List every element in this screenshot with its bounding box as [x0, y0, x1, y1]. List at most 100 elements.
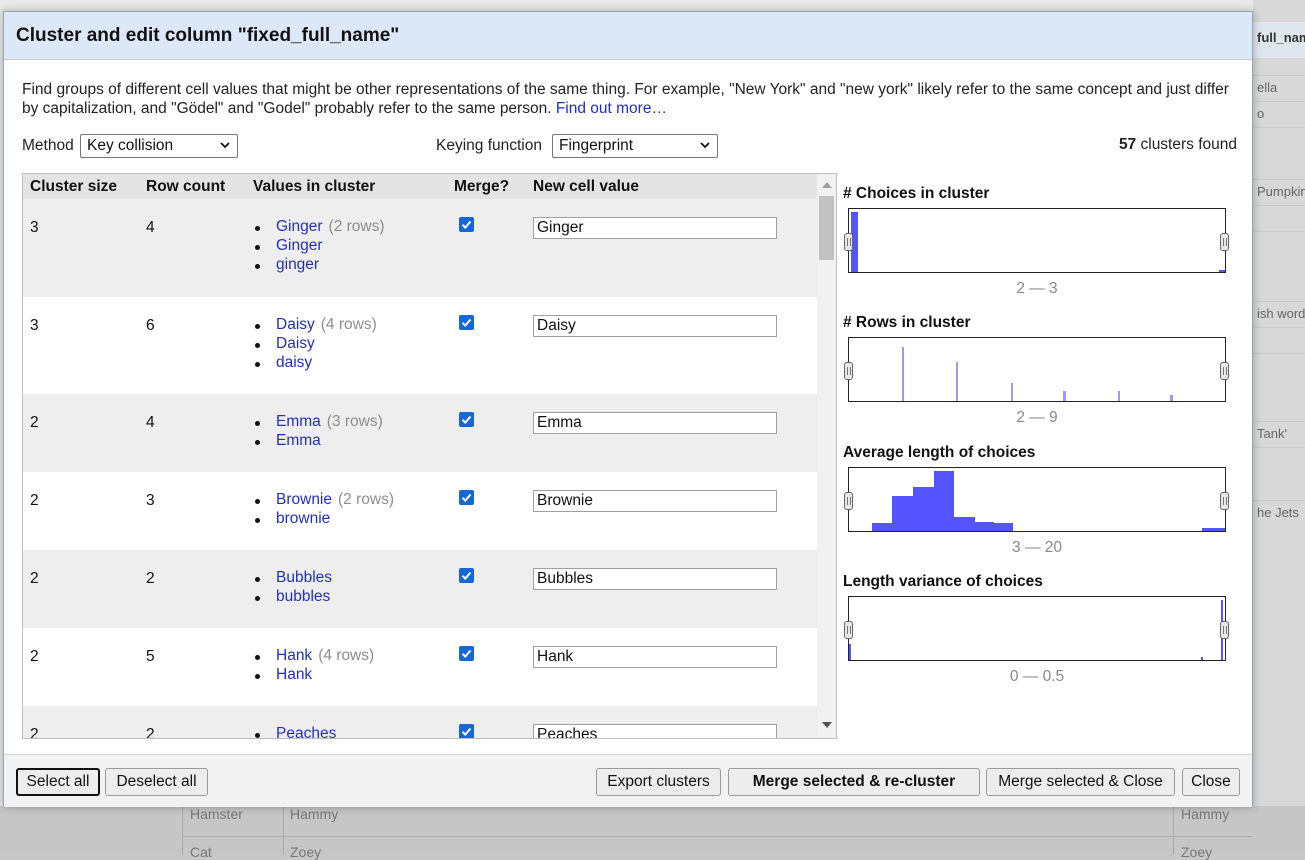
bullet-icon: [255, 324, 260, 329]
range-handle-left[interactable]: [844, 492, 853, 510]
method-label: Method: [22, 137, 74, 154]
bullet-icon: [255, 596, 260, 601]
range-handle-left[interactable]: [844, 621, 853, 639]
cluster-value-link[interactable]: Hank: [276, 647, 312, 664]
histogram-bar: [1202, 527, 1225, 531]
merge-checkbox[interactable]: [459, 724, 474, 738]
cluster-value-link[interactable]: ginger: [276, 256, 319, 273]
range-handle-right[interactable]: [1220, 362, 1229, 380]
merge-checkbox[interactable]: [459, 490, 474, 505]
value-list-item: Ginger (2 rows): [255, 218, 385, 237]
cluster-value-link[interactable]: Daisy: [276, 335, 315, 352]
values-list: Bubbles bubbles: [255, 569, 332, 607]
cluster-value-link[interactable]: Daisy: [276, 316, 315, 333]
row-count-cell: 6: [146, 317, 155, 334]
new-cell-value-input[interactable]: Ginger: [533, 217, 777, 239]
scroll-up-arrow[interactable]: [822, 182, 832, 188]
cluster-value-link[interactable]: Emma: [276, 432, 321, 449]
checkmark-icon: [461, 493, 472, 502]
facet-histogram: Length variance of choices 0 — 0.5: [843, 573, 1239, 693]
histogram-bar: [993, 523, 1013, 531]
new-cell-value-input[interactable]: Peaches: [533, 724, 777, 738]
range-handle-left[interactable]: [844, 233, 853, 251]
value-list-item: Hank: [255, 666, 374, 685]
chevron-down-icon: [220, 142, 230, 149]
table-row: 2 2 Bubbles bubbles Bubbles: [23, 550, 817, 628]
range-handle-right[interactable]: [1220, 621, 1229, 639]
histogram-box: [844, 596, 1229, 661]
select-all-button[interactable]: Select all: [16, 768, 100, 796]
new-cell-value-input[interactable]: Hank: [533, 646, 777, 668]
bullet-icon: [255, 440, 260, 445]
histogram-bar: [912, 486, 936, 531]
cluster-value-link[interactable]: Hank: [276, 666, 312, 683]
bullet-icon: [255, 577, 260, 582]
cluster-value-link[interactable]: Brownie: [276, 491, 332, 508]
cluster-value-link[interactable]: Bubbles: [276, 569, 332, 586]
facet-range: 2 — 9: [1016, 409, 1058, 426]
merge-close-button[interactable]: Merge selected & Close: [986, 768, 1175, 796]
histogram-bar: [956, 361, 959, 401]
values-list: Emma (3 rows) Emma: [255, 413, 383, 451]
merge-checkbox[interactable]: [459, 412, 474, 427]
cluster-value-link[interactable]: Emma: [276, 413, 321, 430]
new-cell-value-input[interactable]: Brownie: [533, 490, 777, 512]
grid-line: [182, 806, 183, 855]
histogram-bar: [849, 644, 852, 660]
cluster-value-link[interactable]: Peaches: [276, 725, 336, 738]
value-row-count: (4 rows): [320, 316, 377, 333]
header-values-in-cluster: Values in cluster: [253, 178, 376, 195]
deselect-all-button[interactable]: Deselect all: [105, 768, 208, 796]
background-cell: he Jets: [1253, 500, 1305, 526]
merge-recluster-button[interactable]: Merge selected & re-cluster: [728, 768, 980, 796]
cluster-size-cell: 2: [30, 570, 39, 587]
value-list-item: bubbles: [255, 588, 332, 607]
chevron-down-icon: [700, 142, 710, 149]
background-cell: ish word: [1253, 301, 1305, 327]
export-clusters-button[interactable]: Export clusters: [596, 768, 721, 796]
merge-checkbox[interactable]: [459, 217, 474, 232]
clusters-suffix: clusters found: [1136, 136, 1237, 153]
merge-checkbox[interactable]: [459, 568, 474, 583]
new-cell-value-input[interactable]: Daisy: [533, 315, 777, 337]
close-button[interactable]: Close: [1182, 768, 1240, 796]
intro-text: Find groups of different cell values tha…: [22, 80, 1237, 118]
histogram-box: [844, 467, 1229, 532]
method-select[interactable]: Key collision: [80, 134, 238, 158]
merge-checkbox[interactable]: [459, 315, 474, 330]
cluster-value-link[interactable]: bubbles: [276, 588, 330, 605]
table-header: Cluster size Row count Values in cluster…: [23, 174, 817, 199]
background-cell: Hammy: [290, 806, 339, 822]
histogram-box: [844, 208, 1229, 273]
range-handle-left[interactable]: [844, 362, 853, 380]
cluster-value-link[interactable]: Ginger: [276, 218, 323, 235]
merge-checkbox[interactable]: [459, 646, 474, 661]
bullet-icon: [255, 421, 260, 426]
row-count-cell: 3: [146, 492, 155, 509]
facet-title: Length variance of choices: [843, 573, 1043, 590]
scroll-down-arrow[interactable]: [822, 722, 832, 728]
cluster-value-link[interactable]: daisy: [276, 354, 312, 371]
new-cell-value-input[interactable]: Bubbles: [533, 568, 777, 590]
histogram-bar: [892, 496, 915, 531]
cluster-value-link[interactable]: brownie: [276, 510, 330, 527]
new-cell-value-input[interactable]: Emma: [533, 412, 777, 434]
row-count-cell: 5: [146, 648, 155, 665]
header-merge: Merge?: [454, 178, 510, 195]
cluster-value-link[interactable]: Ginger: [276, 237, 323, 254]
table-scrollbar[interactable]: [817, 174, 836, 738]
keying-select-value: Fingerprint: [559, 137, 634, 154]
keying-function-select[interactable]: Fingerprint: [552, 134, 718, 158]
scroll-thumb[interactable]: [819, 196, 834, 260]
histogram-bar: [901, 347, 904, 401]
grid-line: [182, 836, 1252, 837]
header-row-count: Row count: [146, 178, 226, 195]
facet-title: # Choices in cluster: [843, 185, 990, 202]
range-handle-right[interactable]: [1220, 492, 1229, 510]
values-list: Peachespeaches: [255, 725, 336, 738]
value-list-item: Bubbles: [255, 569, 332, 588]
range-handle-right[interactable]: [1220, 233, 1229, 251]
clusters-found-text: 57 clusters found: [1119, 136, 1237, 154]
find-out-more-link[interactable]: Find out more…: [556, 100, 667, 117]
values-list: Ginger (2 rows) Ginger ginger: [255, 218, 385, 275]
